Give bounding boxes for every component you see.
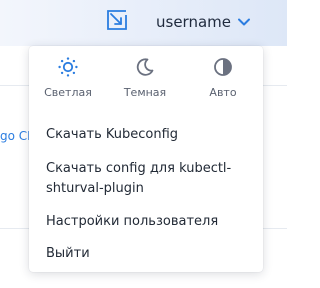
- user-dropdown-menu: Светлая Темная Авто Скачать Kubeconfig С…: [29, 46, 263, 272]
- theme-label: Авто: [209, 86, 237, 99]
- theme-option-dark[interactable]: Темная: [115, 56, 175, 102]
- theme-label: Светлая: [44, 86, 92, 99]
- user-settings-item[interactable]: Настройки пользователя: [46, 212, 256, 232]
- theme-option-light[interactable]: Светлая: [38, 56, 98, 102]
- moon-icon: [136, 58, 154, 76]
- half-circle-icon: [214, 58, 232, 76]
- expand-arrow-icon[interactable]: [107, 10, 127, 30]
- download-plugin-config-item[interactable]: Скачать config для kubectl-shturval-plug…: [46, 159, 256, 199]
- theme-option-auto[interactable]: Авто: [193, 56, 253, 102]
- sun-icon: [58, 57, 78, 77]
- download-kubeconfig-item[interactable]: Скачать Kubeconfig: [46, 125, 256, 145]
- theme-label: Темная: [123, 86, 167, 99]
- username-label: username: [156, 13, 231, 31]
- logout-item[interactable]: Выйти: [46, 244, 256, 264]
- user-menu-toggle[interactable]: username: [156, 11, 251, 33]
- chevron-down-icon: [238, 18, 250, 26]
